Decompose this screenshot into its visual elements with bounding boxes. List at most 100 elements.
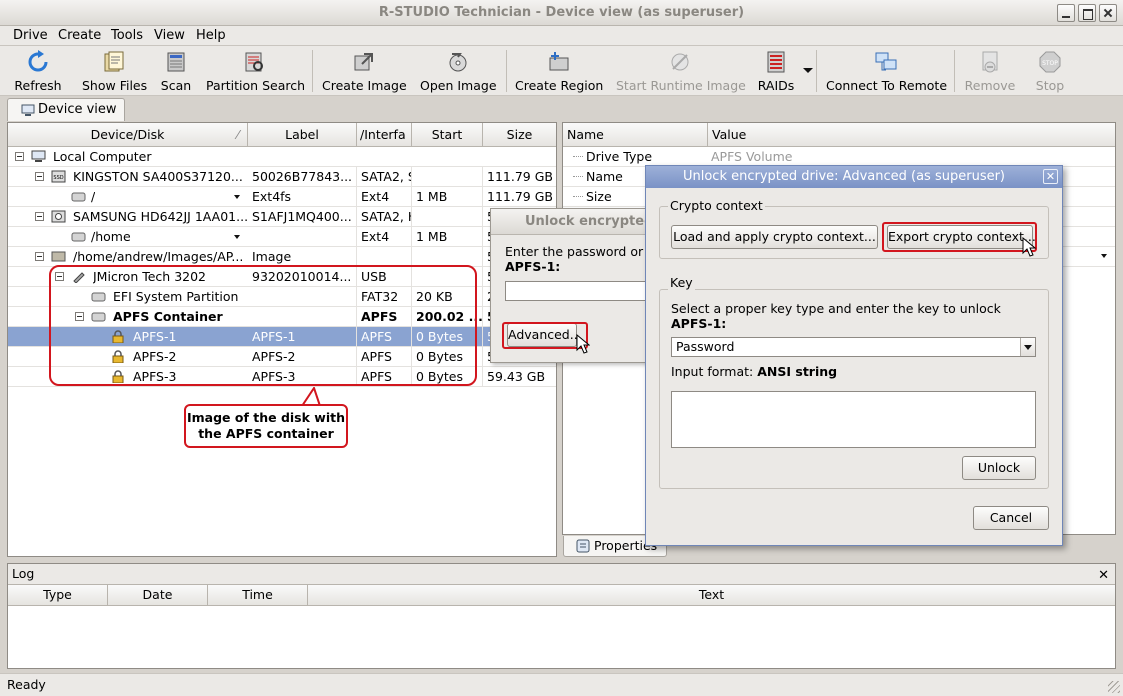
column-header-interface[interactable]: /Interfa [357,123,412,147]
raids-button[interactable]: RAIDs [756,48,796,94]
maximize-button[interactable] [1078,4,1096,22]
log-titlebar: Log ✕ [8,564,1115,584]
tree-row-interface [357,247,412,267]
export-highlight [882,222,1037,252]
runtime-image-icon [671,53,689,71]
tree-row-start [412,207,483,227]
column-header-value[interactable]: Value [708,123,1115,147]
close-window-button[interactable] [1099,4,1117,22]
collapse-toggle[interactable] [15,152,24,161]
tree-row-interface: SATA2, HDD [357,207,412,227]
remove-label: Remove [964,78,1016,93]
properties-icon [576,539,590,553]
show-files-icon [104,51,124,72]
menu-help[interactable]: Help [196,28,226,43]
partition-search-button[interactable]: Partition Search [206,48,305,94]
tree-row-start [412,247,483,267]
start-runtime-image-label: Start Runtime Image [616,78,746,93]
cancel-button[interactable]: Cancel [973,506,1049,530]
refresh-label: Refresh [14,78,62,93]
stop-button[interactable]: STOP Stop [1030,48,1070,94]
tree-row-label [248,227,357,247]
combo-arrow-icon[interactable] [234,195,240,199]
start-runtime-image-button[interactable]: Start Runtime Image [616,48,746,94]
tree-row[interactable]: SAMSUNG HD642JJ 1AA01... S1AFJ1MQ400... … [8,207,556,227]
tree-row[interactable]: SSD KINGSTON SA400S37120... 50026B77843.… [8,167,556,187]
raids-dropdown-arrow[interactable] [803,68,813,73]
menu-drive[interactable]: Drive [13,28,48,43]
create-image-label: Create Image [322,78,407,93]
chevron-down-icon[interactable] [1020,338,1035,356]
create-region-button[interactable]: Create Region [515,48,603,94]
menu-view[interactable]: View [154,28,185,43]
column-header-size[interactable]: Size [483,123,556,147]
property-row[interactable]: Drive Type APFS Volume [563,147,1115,167]
unlock-dialog-prompt: Enter the password or r [505,244,653,259]
key-type-select[interactable]: Password [671,337,1036,357]
log-close-icon[interactable]: ✕ [1098,566,1109,585]
tree-row[interactable]: /home Ext4 1 MB 5 [8,227,556,247]
unlock-button[interactable]: Unlock [962,456,1036,480]
password-input[interactable] [505,281,665,301]
column-header-start[interactable]: Start [412,123,483,147]
key-textarea[interactable] [671,391,1036,448]
tree-row-interface: SATA2, SSD [357,167,412,187]
tree-row[interactable]: / Ext4fs Ext4 1 MB 111.79 GB [8,187,556,207]
tree-row-interface: Ext4 [357,227,412,247]
stop-icon: STOP [1039,51,1061,73]
tree-row-name: KINGSTON SA400S37120... [73,169,243,184]
key-type-value: Password [676,339,735,354]
tree-row-name: /home/andrew/Images/AP... [73,249,244,264]
toolbar-separator [312,50,313,92]
collapse-toggle[interactable] [35,172,44,181]
scan-button[interactable]: Scan [160,48,192,94]
close-dialog-icon[interactable]: ✕ [1043,169,1058,184]
tree-row-label: 50026B77843... [248,167,357,187]
log-column-date[interactable]: Date [108,584,208,606]
log-column-time[interactable]: Time [208,584,308,606]
menu-tools[interactable]: Tools [111,28,143,43]
toolbar-separator [954,50,955,92]
status-text: Ready [7,677,46,692]
connect-to-remote-label: Connect To Remote [826,78,948,93]
combo-arrow-icon[interactable] [234,235,240,239]
svg-text:SSD: SSD [53,175,63,181]
collapse-toggle[interactable] [35,252,44,261]
tree-row[interactable]: /home/andrew/Images/AP... Image 5 [8,247,556,267]
tree-row[interactable]: Local Computer [8,147,556,167]
collapse-toggle[interactable] [35,212,44,221]
tree-row-name: Local Computer [53,149,152,164]
tab-device-view-label: Device view [38,102,117,117]
tree-row-size: 59.43 GB [487,369,546,384]
open-image-button[interactable]: Open Image [420,48,497,94]
tree-row-name: / [91,189,96,204]
tab-strip: Device view [0,97,1123,121]
column-header-name[interactable]: Name [563,123,708,147]
partition-icon [71,232,86,242]
tab-device-view[interactable]: Device view [7,98,125,121]
property-dropdown-arrow[interactable] [1101,254,1107,258]
connect-to-remote-button[interactable]: Connect To Remote [826,48,948,94]
partition-search-icon [245,52,263,72]
refresh-button[interactable]: Refresh [14,48,62,94]
show-files-button[interactable]: Show Files [82,48,148,94]
callout-line2: the APFS container [198,426,334,441]
input-format-label: Input format: [671,364,754,379]
create-image-button[interactable]: Create Image [322,48,407,94]
tree-row-start: 1 MB [412,227,483,247]
raids-label: RAIDs [757,78,795,93]
menu-create[interactable]: Create [58,28,101,43]
load-crypto-context-button[interactable]: Load and apply crypto context... [671,225,878,249]
scan-label: Scan [160,78,192,93]
property-value: APFS Volume [711,149,793,164]
remove-button[interactable]: Remove [964,48,1016,94]
minimize-button[interactable] [1057,4,1075,22]
log-column-type[interactable]: Type [8,584,108,606]
column-header-device[interactable]: Device/Disk ⁄ [8,123,248,147]
column-header-label[interactable]: Label [248,123,357,147]
log-column-text[interactable]: Text [308,584,1115,606]
tree-row-name: /home [91,229,131,244]
resize-grip[interactable] [1108,681,1120,693]
property-name: Drive Type [586,149,653,164]
show-files-label: Show Files [82,78,148,93]
